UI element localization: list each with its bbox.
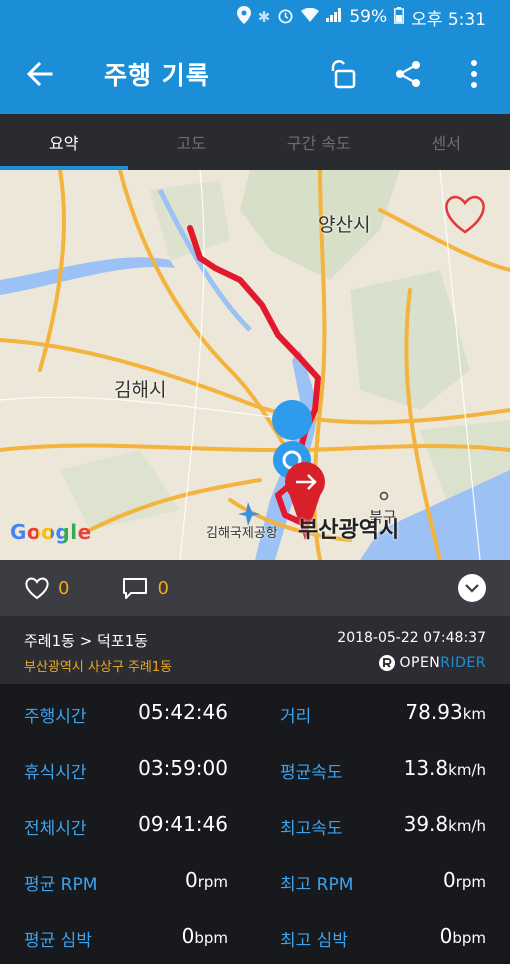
status-bar: ✱ 59% 오후 5:31 bbox=[0, 0, 510, 34]
like-count: 0 bbox=[58, 578, 69, 599]
ride-stats: 주행시간 05:42:46 거리 78.93km 휴식시간 03:59:00 평… bbox=[0, 684, 510, 960]
social-bar: 0 0 bbox=[0, 560, 510, 616]
signal-icon bbox=[326, 8, 342, 26]
stat-label: 최고 RPM bbox=[280, 870, 353, 895]
stat-label: 전체시간 bbox=[24, 814, 87, 839]
battery-percent: 59% bbox=[349, 7, 387, 27]
app-bar: 주행 기록 bbox=[0, 34, 510, 114]
tab-section-speed[interactable]: 구간 속도 bbox=[255, 114, 383, 170]
stat-value: 13.8km/h bbox=[404, 756, 486, 780]
stat-value: 78.93km bbox=[405, 700, 486, 724]
tab-sensor[interactable]: 센서 bbox=[383, 114, 510, 170]
wifi-icon bbox=[301, 8, 319, 26]
comment-count: 0 bbox=[157, 578, 168, 599]
route-title: 주례1동 > 덕포1동 bbox=[24, 630, 148, 651]
stat-row: 전체시간 09:41:46 최고속도 39.8km/h bbox=[0, 796, 510, 852]
openrider-logo: OPENRIDER bbox=[378, 654, 487, 672]
tab-bar: 요약 고도 구간 속도 센서 bbox=[0, 114, 510, 170]
route-address: 부산광역시 사상구 주례1동 bbox=[24, 656, 172, 675]
openrider-icon bbox=[378, 654, 396, 672]
expand-button[interactable] bbox=[458, 574, 486, 602]
page-title: 주행 기록 bbox=[104, 56, 320, 92]
stat-value: 0rpm bbox=[185, 868, 228, 892]
map-canvas bbox=[0, 170, 510, 560]
back-button[interactable] bbox=[22, 56, 58, 92]
like-button[interactable]: 0 bbox=[24, 576, 69, 600]
share-icon bbox=[394, 60, 422, 88]
alarm-icon bbox=[277, 7, 294, 28]
bluetooth-icon: ✱ bbox=[258, 8, 271, 26]
unlock-icon bbox=[328, 59, 356, 89]
unlock-button[interactable] bbox=[320, 52, 364, 96]
stat-label: 주행시간 bbox=[24, 702, 87, 727]
stat-value: 39.8km/h bbox=[404, 812, 486, 836]
map-label-airport: 김해국제공항 bbox=[206, 522, 278, 541]
stat-label: 평균속도 bbox=[280, 758, 343, 783]
stat-row: 휴식시간 03:59:00 평균속도 13.8km/h bbox=[0, 740, 510, 796]
heart-icon bbox=[24, 576, 50, 600]
map-label-yangsan: 양산시 bbox=[318, 210, 370, 237]
route-timestamp: 2018-05-22 07:48:37 bbox=[337, 630, 486, 646]
stat-label: 거리 bbox=[280, 702, 311, 727]
stat-value: 0rpm bbox=[443, 868, 486, 892]
stat-value: 05:42:46 bbox=[138, 700, 228, 724]
clock: 오후 5:31 bbox=[411, 5, 486, 30]
comment-button[interactable]: 0 bbox=[121, 576, 168, 600]
route-info: 주례1동 > 덕포1동 부산광역시 사상구 주례1동 2018-05-22 07… bbox=[0, 616, 510, 684]
stat-row: 평균 RPM 0rpm 최고 RPM 0rpm bbox=[0, 852, 510, 908]
comment-icon bbox=[121, 576, 149, 600]
chevron-down-icon bbox=[465, 583, 479, 593]
favorite-heart-icon[interactable] bbox=[441, 190, 489, 238]
share-button[interactable] bbox=[386, 52, 430, 96]
battery-icon bbox=[394, 7, 404, 28]
more-vert-icon bbox=[470, 59, 478, 89]
stat-label: 평균 RPM bbox=[24, 870, 97, 895]
stat-value: 0bpm bbox=[440, 924, 486, 948]
arrow-left-icon bbox=[27, 62, 53, 86]
stat-label: 평균 심박 bbox=[24, 926, 92, 951]
location-icon bbox=[237, 6, 251, 28]
stat-label: 휴식시간 bbox=[24, 758, 87, 783]
stat-value: 09:41:46 bbox=[138, 812, 228, 836]
route-map[interactable]: 양산시 김해시 북구 김해국제공항 부산광역시 Google bbox=[0, 170, 510, 560]
stat-label: 최고속도 bbox=[280, 814, 343, 839]
stat-row: 평균 심박 0bpm 최고 심박 0bpm bbox=[0, 908, 510, 964]
tab-summary[interactable]: 요약 bbox=[0, 114, 128, 170]
map-label-busan: 부산광역시 bbox=[298, 512, 399, 544]
google-logo: Google bbox=[10, 520, 92, 544]
stat-row: 주행시간 05:42:46 거리 78.93km bbox=[0, 684, 510, 740]
stat-value: 03:59:00 bbox=[138, 756, 228, 780]
more-options-button[interactable] bbox=[452, 52, 496, 96]
tab-altitude[interactable]: 고도 bbox=[128, 114, 256, 170]
stat-value: 0bpm bbox=[182, 924, 228, 948]
map-label-gimhae: 김해시 bbox=[114, 375, 166, 402]
stat-label: 최고 심박 bbox=[280, 926, 348, 951]
